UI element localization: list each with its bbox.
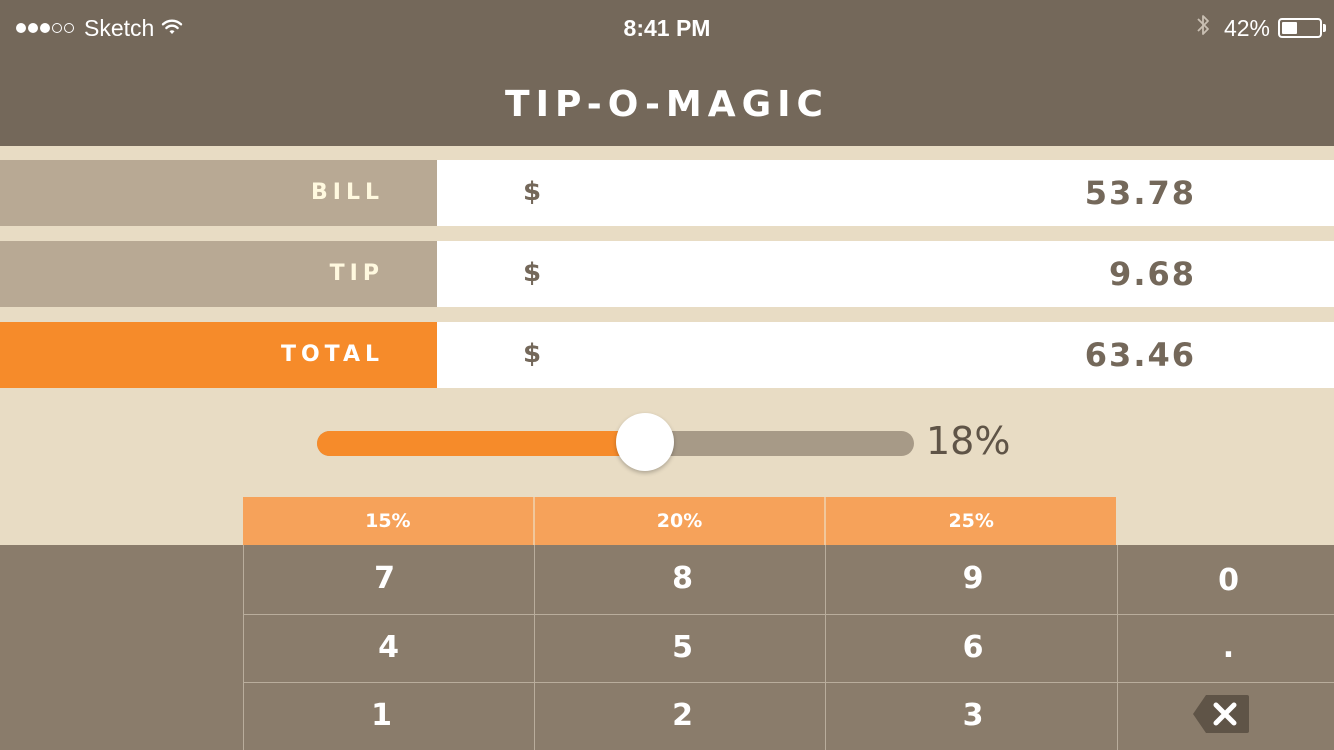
total-value: $ 63.46 bbox=[437, 322, 1334, 388]
numeric-keypad: 7 8 9 0 4 5 6 . 1 2 3 bbox=[0, 545, 1334, 750]
battery-level bbox=[1282, 22, 1297, 34]
key-9[interactable]: 9 bbox=[825, 545, 1117, 614]
key-5[interactable]: 5 bbox=[534, 614, 825, 682]
app-title: TIP-O-MAGIC bbox=[505, 84, 829, 125]
key-4[interactable]: 4 bbox=[243, 614, 534, 682]
preset-20-button[interactable]: 20% bbox=[532, 497, 825, 545]
bluetooth-icon bbox=[1196, 13, 1210, 43]
key-0[interactable]: 0 bbox=[1117, 545, 1334, 614]
status-time: 8:41 PM bbox=[623, 15, 711, 41]
battery-percent: 42% bbox=[1223, 14, 1270, 41]
key-3[interactable]: 3 bbox=[825, 682, 1117, 750]
slider-thumb[interactable] bbox=[616, 413, 674, 471]
battery-info: 42% bbox=[1196, 14, 1326, 42]
battery-icon bbox=[1278, 18, 1322, 38]
total-row: TOTAL $ 63.46 bbox=[0, 322, 1334, 388]
key-decimal[interactable]: . bbox=[1117, 614, 1334, 682]
key-2[interactable]: 2 bbox=[534, 682, 825, 750]
total-label-box: TOTAL bbox=[0, 322, 437, 388]
preset-bar: 15% 20% 25% bbox=[243, 497, 1117, 545]
tip-value: $ 9.68 bbox=[437, 241, 1334, 307]
tip-row: TIP $ 9.68 bbox=[0, 241, 1334, 307]
preset-15-button[interactable]: 15% bbox=[243, 497, 533, 545]
preset-25-button[interactable]: 25% bbox=[824, 497, 1117, 545]
status-bar: Sketch 8:41 PM 42% bbox=[0, 0, 1334, 56]
battery-tip bbox=[1323, 24, 1326, 32]
key-1[interactable]: 1 bbox=[243, 682, 534, 750]
key-6[interactable]: 6 bbox=[825, 614, 1117, 682]
slider-fill bbox=[317, 431, 645, 456]
key-8[interactable]: 8 bbox=[534, 545, 825, 614]
backspace-icon bbox=[1193, 695, 1249, 733]
total-label: TOTAL bbox=[280, 342, 384, 367]
key-7[interactable]: 7 bbox=[243, 545, 534, 614]
bill-amount: 53.78 bbox=[1084, 174, 1196, 212]
bill-currency-symbol: $ bbox=[523, 177, 542, 207]
bill-row: BILL $ 53.78 bbox=[0, 160, 1334, 226]
bill-label-box: BILL bbox=[0, 160, 437, 226]
bill-label: BILL bbox=[311, 180, 384, 205]
app-header: Sketch 8:41 PM 42% TIP-O-MAGIC bbox=[0, 0, 1334, 146]
tip-label-box: TIP bbox=[0, 241, 437, 307]
total-amount: 63.46 bbox=[1084, 336, 1196, 374]
tip-amount: 9.68 bbox=[1109, 255, 1196, 293]
tip-percent-slider[interactable] bbox=[317, 413, 914, 471]
tip-label: TIP bbox=[329, 261, 384, 286]
backspace-button[interactable] bbox=[1192, 694, 1250, 734]
tip-currency-symbol: $ bbox=[523, 258, 542, 288]
bill-input[interactable]: $ 53.78 bbox=[437, 160, 1334, 226]
tip-percent-value: 18% bbox=[926, 419, 1011, 463]
total-currency-symbol: $ bbox=[523, 339, 542, 369]
